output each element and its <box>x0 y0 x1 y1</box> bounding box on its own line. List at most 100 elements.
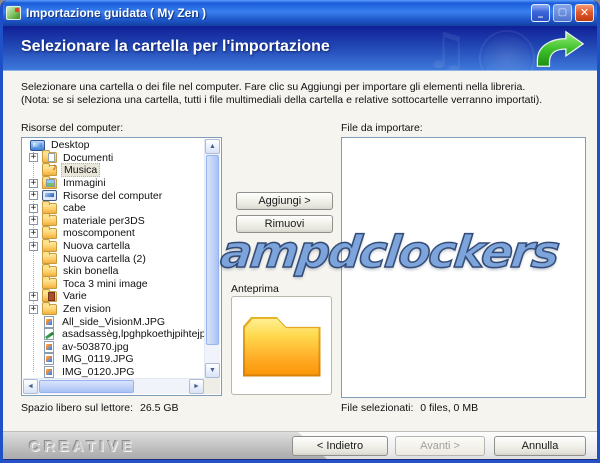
tree-item[interactable]: asadsassèg,lpghpkoethjpihtejpihphte. <box>23 328 204 341</box>
app-icon <box>6 6 21 20</box>
import-wizard-window: Importazione guidata ( My Zen ) _ ▢ ✕ ♫ … <box>0 0 600 463</box>
creative-logo: CREATIVE <box>29 438 136 455</box>
back-button[interactable]: < Indietro <box>292 436 388 456</box>
import-file-list[interactable] <box>341 137 586 398</box>
folder-preview-icon <box>243 315 321 377</box>
tree-item[interactable]: + Zen vision <box>23 303 204 316</box>
folder-music-icon <box>42 165 57 176</box>
tree-item[interactable]: skin bonella <box>23 265 204 278</box>
tree-item-label: moscomponent <box>61 227 137 239</box>
tree-item[interactable]: av-503870.jpg <box>23 341 204 354</box>
folder-icon <box>42 304 57 315</box>
window-title: Importazione guidata ( My Zen ) <box>26 6 528 20</box>
tree-item[interactable]: IMG_0119.JPG <box>23 353 204 366</box>
tree-item-label: Nuova cartella (2) <box>61 253 148 265</box>
tree-item-label: Toca 3 mini image <box>61 278 150 290</box>
instruction-line-1: Selezionare una cartella o dei file nel … <box>21 81 525 93</box>
tree-item-label: cabe <box>61 202 88 214</box>
free-space-status: Spazio libero sul lettore: 26.5 GB <box>21 402 179 414</box>
scroll-left-icon[interactable]: ◄ <box>23 379 38 394</box>
minimize-button[interactable]: _ <box>531 4 550 22</box>
folder-icon <box>42 228 57 239</box>
tree-vertical-scrollbar[interactable]: ▲ ▼ <box>204 139 220 378</box>
maximize-button: ▢ <box>553 4 572 22</box>
tree-item[interactable]: + Nuova cartella <box>23 240 204 253</box>
page-title: Selezionare la cartella per l'importazio… <box>21 38 330 56</box>
window-bottom-border <box>3 459 597 463</box>
tree-expand-icon[interactable]: + <box>29 191 38 200</box>
tree-item-label: Zen vision <box>61 303 113 315</box>
tree-expand-icon[interactable]: + <box>29 305 38 314</box>
folder-tree-rows: Desktop + Documenti Musica + Immagini + … <box>23 139 204 378</box>
horizontal-scroll-thumb[interactable] <box>39 380 134 393</box>
wizard-header: ♫ Selezionare la cartella per l'importaz… <box>3 26 597 71</box>
folder-icon <box>42 215 57 226</box>
folder-icon <box>42 241 57 252</box>
tree-item[interactable]: + Varie <box>23 290 204 303</box>
tree-item-label: IMG_0119.JPG <box>60 353 136 365</box>
tree-item[interactable]: + cabe <box>23 202 204 215</box>
green-arrow-icon <box>533 30 585 68</box>
tree-item[interactable]: + Immagini <box>23 177 204 190</box>
remove-button[interactable]: Rimuovi <box>236 215 333 233</box>
tree-expand-icon[interactable]: + <box>29 204 38 213</box>
tree-item-label: IMG_0120.JPG <box>60 366 136 378</box>
folder-icon <box>42 278 57 289</box>
tree-expand-icon[interactable]: + <box>29 229 38 238</box>
close-button[interactable]: ✕ <box>575 4 594 22</box>
tree-item[interactable]: + Risorse del computer <box>23 189 204 202</box>
scroll-down-icon[interactable]: ▼ <box>205 363 220 378</box>
free-space-value: 26.5 GB <box>140 402 179 414</box>
tree-item[interactable]: Nuova cartella (2) <box>23 252 204 265</box>
scroll-right-icon[interactable]: ► <box>189 379 204 394</box>
tree-item-label: Immagini <box>61 177 108 189</box>
cancel-button[interactable]: Annulla <box>494 436 586 456</box>
scrollbar-corner <box>204 378 220 394</box>
tree-item[interactable]: + Documenti <box>23 152 204 165</box>
tree-expand-icon[interactable]: + <box>29 242 38 251</box>
folder-pictures-icon <box>42 178 57 189</box>
tree-item[interactable]: + moscomponent <box>23 227 204 240</box>
tree-expand-icon[interactable]: + <box>29 153 38 162</box>
shortcut-file-icon <box>44 328 54 340</box>
title-bar[interactable]: Importazione guidata ( My Zen ) _ ▢ ✕ <box>0 0 600 26</box>
folder-varie-icon <box>42 291 57 302</box>
tree-item-label: Varie <box>61 290 89 302</box>
scroll-up-icon[interactable]: ▲ <box>205 139 220 154</box>
film-reel-decoration-icon <box>479 30 535 71</box>
folder-tree[interactable]: Desktop + Documenti Musica + Immagini + … <box>21 137 222 396</box>
vertical-scroll-thumb[interactable] <box>206 155 219 345</box>
selected-files-status: File selezionati: 0 files, 0 MB <box>341 402 478 414</box>
tree-expand-icon[interactable]: + <box>29 216 38 225</box>
tree-item[interactable]: Musica <box>23 164 204 177</box>
tree-item[interactable]: Toca 3 mini image <box>23 278 204 291</box>
tree-item-label: asadsassèg,lpghpkoethjpihtejpihphte. <box>60 328 204 340</box>
next-button: Avanti > <box>395 436 485 456</box>
computer-icon <box>42 190 57 201</box>
image-file-icon <box>44 366 54 378</box>
tree-item-label: skin bonella <box>61 265 120 277</box>
tree-item[interactable]: All_side_VisionM.JPG <box>23 315 204 328</box>
add-button[interactable]: Aggiungi > <box>236 192 333 210</box>
music-note-decoration-icon: ♫ <box>424 26 469 71</box>
tree-item[interactable]: + materiale per3DS <box>23 215 204 228</box>
computer-resources-label: Risorse del computer: <box>21 122 123 134</box>
tree-expand-icon[interactable]: + <box>29 179 38 188</box>
tree-item-label: Nuova cartella <box>61 240 132 252</box>
tree-horizontal-scrollbar[interactable]: ◄ ► <box>23 378 204 394</box>
tree-item-label: Desktop <box>49 139 92 151</box>
image-file-icon <box>44 341 54 353</box>
tree-expand-icon[interactable]: + <box>29 292 38 301</box>
tree-item-label: materiale per3DS <box>61 215 147 227</box>
image-file-icon <box>44 316 54 328</box>
tree-item-label: All_side_VisionM.JPG <box>60 316 167 328</box>
tree-item[interactable]: IMG_0120.JPG <box>23 366 204 378</box>
footer-bar: CREATIVE < Indietro Avanti > Annulla <box>3 431 597 459</box>
tree-item-label: Documenti <box>61 152 115 164</box>
preview-box <box>231 296 332 395</box>
desktop-icon <box>30 140 45 151</box>
free-space-label: Spazio libero sul lettore: <box>21 402 133 414</box>
tree-item-label: Risorse del computer <box>61 190 164 202</box>
folder-icon <box>42 203 57 214</box>
tree-item[interactable]: Desktop <box>23 139 204 152</box>
